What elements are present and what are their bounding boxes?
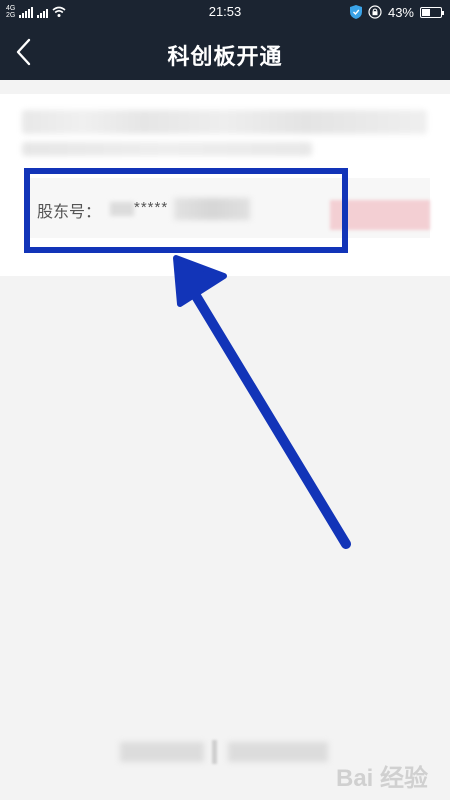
nav-bar: 科创板开通 bbox=[0, 24, 450, 80]
highlight-box bbox=[24, 168, 348, 253]
blurred-text-line bbox=[22, 110, 427, 134]
battery-percent: 43% bbox=[387, 4, 414, 20]
battery-icon bbox=[420, 6, 444, 18]
footer-link-1[interactable] bbox=[120, 742, 204, 762]
page-title: 科创板开通 bbox=[167, 44, 283, 69]
battery-fill bbox=[422, 8, 430, 16]
footer-separator bbox=[212, 740, 217, 764]
lock-rotation-icon bbox=[368, 5, 382, 19]
footer-link-2[interactable] bbox=[228, 742, 328, 762]
watermark: Bai 经验 bbox=[336, 765, 429, 792]
status-bar: 4G 2G 21:53 43% bbox=[0, 0, 450, 24]
blurred-text-line-2 bbox=[22, 142, 312, 156]
footer-blurred bbox=[120, 740, 330, 766]
status-right: 43% bbox=[349, 4, 444, 20]
shield-icon bbox=[349, 5, 362, 19]
